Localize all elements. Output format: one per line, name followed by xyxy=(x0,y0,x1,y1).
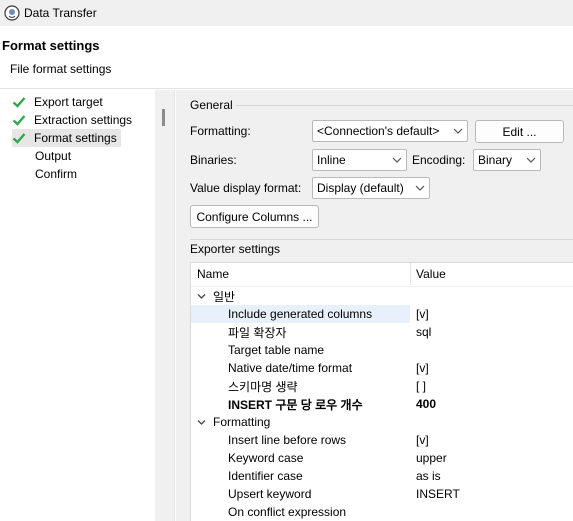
sash-grip[interactable] xyxy=(162,109,165,126)
tree-group-formatting[interactable]: Formatting xyxy=(191,413,573,431)
content-divider xyxy=(174,90,175,521)
property-value[interactable]: 400 xyxy=(416,395,436,413)
check-icon xyxy=(12,97,26,108)
column-separator[interactable] xyxy=(410,263,411,285)
table-row[interactable]: Include generated columns [v] xyxy=(191,305,573,323)
exporter-properties-table: Name Value 일반 Include generated columns … xyxy=(190,262,573,521)
configure-columns-button[interactable]: Configure Columns ... xyxy=(190,205,319,228)
chevron-down-icon xyxy=(526,157,536,163)
nav-item-label: Confirm xyxy=(35,167,78,181)
table-row[interactable]: Keyword case upper xyxy=(191,449,573,467)
binaries-label: Binaries: xyxy=(190,153,237,167)
nav-item-label: Extraction settings xyxy=(34,113,133,127)
check-icon xyxy=(12,133,26,144)
edit-button[interactable]: Edit ... xyxy=(475,120,564,143)
value-display-format-value: Display (default) xyxy=(317,181,404,195)
property-value[interactable]: INSERT xyxy=(416,485,460,503)
table-row[interactable]: Identifier case as is xyxy=(191,467,573,485)
property-value[interactable]: sql xyxy=(416,323,431,341)
chevron-down-icon xyxy=(415,185,425,191)
property-name: On conflict expression xyxy=(228,505,347,519)
property-value[interactable]: upper xyxy=(416,449,447,467)
encoding-label: Encoding: xyxy=(412,153,466,167)
check-icon xyxy=(12,115,26,126)
nav-item-output[interactable]: Output xyxy=(12,147,75,165)
binaries-select[interactable]: Inline xyxy=(312,149,407,171)
tree-group-label: 일반 xyxy=(213,289,236,304)
table-row[interactable]: INSERT 구문 당 로우 개수 400 xyxy=(191,395,573,413)
nav-item-extraction-settings[interactable]: Extraction settings xyxy=(12,111,136,129)
nav-item-format-settings[interactable]: Format settings xyxy=(12,129,121,147)
wizard-nav: Export target Extraction settings Format… xyxy=(0,90,160,521)
table-row[interactable]: Insert line before rows [v] xyxy=(191,431,573,449)
table-row[interactable]: Target table name xyxy=(191,341,573,359)
general-group-line xyxy=(190,105,573,106)
tree-group-label: Formatting xyxy=(213,415,271,429)
page-subtitle: File format settings xyxy=(10,62,112,76)
value-display-format-select[interactable]: Display (default) xyxy=(312,177,430,199)
title-bar: Data Transfer xyxy=(0,0,573,26)
formatting-select-value: <Connection's default> xyxy=(317,124,440,138)
property-name: Native date/time format xyxy=(228,361,353,375)
nav-item-label: Export target xyxy=(34,95,103,109)
nav-item-confirm[interactable]: Confirm xyxy=(12,165,81,183)
header-divider xyxy=(0,88,573,89)
table-row[interactable]: Native date/time format [v] xyxy=(191,359,573,377)
formatting-select[interactable]: <Connection's default> xyxy=(312,120,468,142)
property-name: Upsert keyword xyxy=(228,487,312,501)
tree-group-general[interactable]: 일반 xyxy=(191,287,573,305)
chevron-down-icon xyxy=(453,128,463,134)
property-value[interactable]: [ ] xyxy=(416,377,426,395)
table-row[interactable]: 스키마명 생략 [ ] xyxy=(191,377,573,395)
property-value[interactable]: [v] xyxy=(416,359,429,377)
nav-item-label: Output xyxy=(35,149,72,163)
column-header-value[interactable]: Value xyxy=(416,263,566,285)
table-row[interactable]: 파일 확장자 sql xyxy=(191,323,573,341)
binaries-select-value: Inline xyxy=(317,153,346,167)
app-icon xyxy=(4,5,20,21)
encoding-select[interactable]: Binary xyxy=(473,149,541,171)
chevron-down-icon xyxy=(392,157,402,163)
property-name: Target table name xyxy=(228,343,325,357)
nav-item-export-target[interactable]: Export target xyxy=(12,93,107,111)
property-value[interactable]: [v] xyxy=(416,305,429,323)
property-name: 스키마명 생략 xyxy=(228,379,298,394)
general-group-title: General xyxy=(190,98,236,112)
chevron-down-icon[interactable] xyxy=(197,292,206,301)
encoding-select-value: Binary xyxy=(478,153,513,167)
nav-item-label: Format settings xyxy=(34,131,117,145)
window-title: Data Transfer xyxy=(24,6,97,20)
property-name: 파일 확장자 xyxy=(228,325,287,340)
property-name: Keyword case xyxy=(228,451,304,465)
panel-splitter[interactable] xyxy=(155,90,174,521)
chevron-down-icon[interactable] xyxy=(197,418,206,427)
property-name: INSERT 구문 당 로우 개수 xyxy=(228,397,363,412)
formatting-label: Formatting: xyxy=(190,124,251,138)
table-row[interactable]: On conflict expression xyxy=(191,503,573,521)
property-name: Insert line before rows xyxy=(228,433,347,447)
property-value[interactable]: [v] xyxy=(416,431,429,449)
exporter-group-line xyxy=(190,239,573,240)
exporter-group-title: Exporter settings xyxy=(190,242,284,256)
table-row[interactable]: Upsert keyword INSERT xyxy=(191,485,573,503)
property-name: Identifier case xyxy=(228,469,303,483)
page-title: Format settings xyxy=(2,38,100,53)
property-value[interactable]: as is xyxy=(416,467,441,485)
column-header-name[interactable]: Name xyxy=(197,263,407,285)
property-name: Include generated columns xyxy=(191,305,410,323)
value-display-format-label: Value display format: xyxy=(190,181,302,195)
